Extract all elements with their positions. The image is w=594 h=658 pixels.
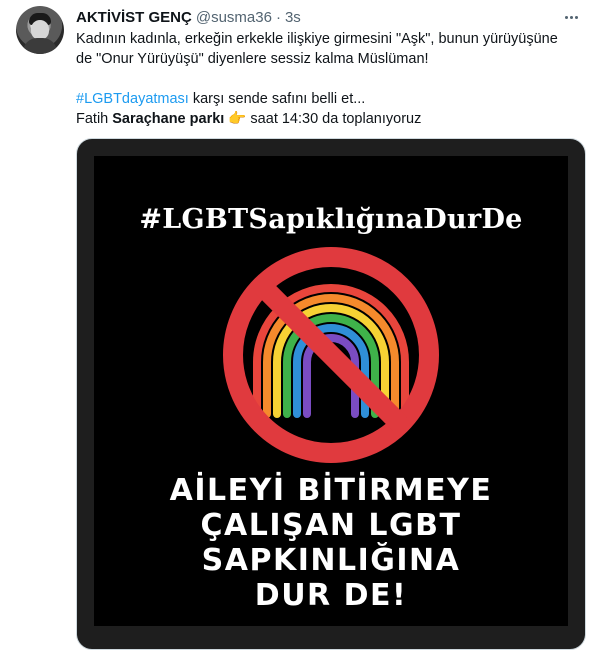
tweet-media[interactable]: #LGBTSapıklığınaDurDe AİLEYİ BİTİRMEYE Ç…	[76, 138, 586, 650]
author-name[interactable]: AKTİVİST GENÇ	[76, 9, 192, 26]
poster-image: #LGBTSapıklığınaDurDe AİLEYİ BİTİRMEYE Ç…	[94, 156, 568, 626]
hashtag-link[interactable]: #LGBTdayatması	[76, 91, 189, 107]
tweet-line-1: Kadının kadınla, erkeğin erkekle ilişkiy…	[76, 31, 558, 47]
tweet-header: AKTİVİST GENÇ @susma36 · 3s	[76, 8, 301, 26]
avatar-face	[31, 20, 49, 40]
tweet-line-3: #LGBTdayatması karşı sende safını belli …	[76, 89, 581, 109]
slogan-line-3: SAPKINLIĞINA	[201, 543, 461, 578]
tweet-line-4-post: saat 14:30 da toplanıyoruz	[246, 111, 422, 127]
poster-slogan: AİLEYİ BİTİRMEYE ÇALIŞAN LGBT SAPKINLIĞI…	[94, 473, 568, 613]
no-rainbow-sign-icon	[223, 247, 439, 463]
more-dot	[569, 15, 573, 19]
separator-dot: ·	[275, 8, 281, 26]
more-dot	[574, 15, 578, 19]
pointing-right-emoji: 👉	[228, 111, 247, 127]
tweet-line-3-rest: karşı sende safını belli et...	[188, 91, 366, 107]
slogan-line-2: ÇALIŞAN LGBT	[200, 508, 462, 543]
tweet: AKTİVİST GENÇ @susma36 · 3s Kadının kadı…	[0, 0, 594, 658]
timestamp[interactable]: 3s	[285, 9, 301, 26]
tweet-line-4-pre: Fatih	[76, 111, 113, 127]
more-horizontal-icon[interactable]	[560, 6, 582, 28]
more-dot	[564, 15, 568, 19]
avatar[interactable]	[16, 6, 64, 54]
slogan-line-1: AİLEYİ BİTİRMEYE	[169, 473, 493, 508]
tweet-text: Kadının kadınla, erkeğin erkekle ilişkiy…	[76, 29, 581, 129]
avatar-body	[23, 38, 57, 54]
slogan-line-4: DUR DE!	[254, 578, 408, 613]
tweet-line-4: Fatih Saraçhane parkı 👉 saat 14:30 da to…	[76, 109, 581, 129]
tweet-line-2: de "Onur Yürüyüşü" diyenlere sessiz kalm…	[76, 51, 429, 67]
author-handle[interactable]: @susma36	[196, 9, 272, 26]
location-text: Saraçhane parkı	[112, 111, 225, 127]
poster-hashtag: #LGBTSapıklığınaDurDe	[139, 204, 523, 235]
